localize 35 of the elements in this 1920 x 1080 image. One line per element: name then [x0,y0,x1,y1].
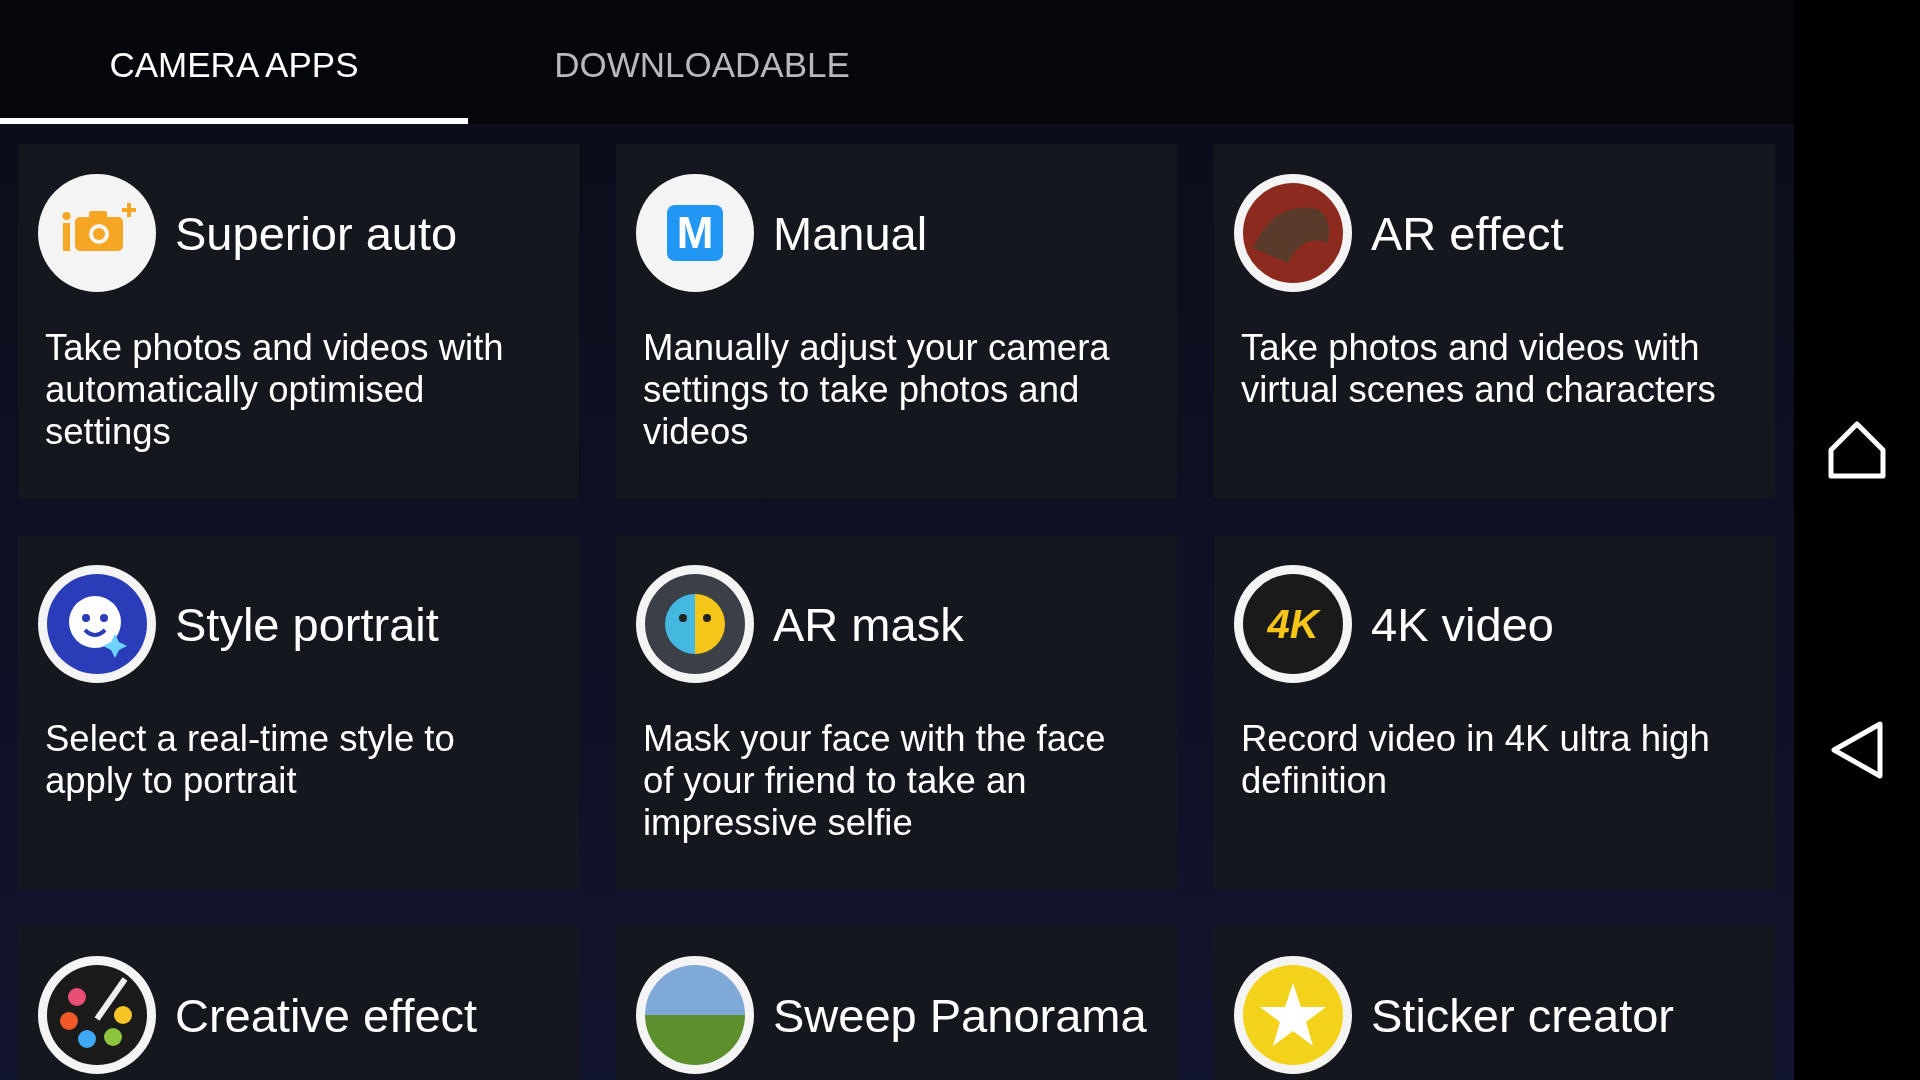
half-face-icon [635,564,755,684]
app-description: Record video in 4K ultra high definition [1241,718,1711,802]
landscape-icon [635,955,755,1075]
app-card[interactable]: Superior auto Take photos and videos with automatically optimised settings [18,144,579,498]
letter-icon: M [635,173,755,293]
camera-icon [37,173,157,293]
app-title: AR effect [1371,205,1564,261]
app-title: AR mask [773,596,964,652]
app-card[interactable]: Sweep Panorama [616,926,1177,1080]
app-card[interactable]: AR effect Take photos and videos with virtual scenes and characters [1214,144,1775,498]
home-icon[interactable] [1827,420,1887,480]
app-title: Manual [773,205,928,261]
app-card[interactable]: Sticker creator [1214,926,1775,1080]
tab[interactable]: CAMERA APPS [0,0,468,124]
app-title: Style portrait [175,596,439,652]
video-icon: 4K [1233,564,1353,684]
app-description: Select a real-time style to apply to portrait [45,718,456,802]
app-title: Superior auto [175,205,458,261]
smiley-face-icon [37,564,157,684]
app-card[interactable]: Creative effect [18,926,579,1080]
app-description: Mask your face with the face of your friend to take an impressive selfie [643,718,1107,844]
app-description: Take photos and videos with automatically optimised settings [45,327,505,453]
app-title: Sweep Panorama [773,987,1147,1043]
palette-icon [37,955,157,1075]
app-description: Manually adjust your camera settings to take photos and videos [643,327,1111,453]
app-card[interactable]: M Manual Manually adjust your camera settings to take photos and videos [616,144,1177,498]
app-card[interactable]: 4K 4K video Record video in 4K ultra high definition [1214,535,1775,889]
tab[interactable]: DOWNLOADABLE [468,0,936,124]
app-description: Take photos and videos with virtual scenes and characters [1241,327,1717,411]
app-title: Creative effect [175,987,478,1043]
back-icon[interactable] [1830,720,1884,780]
app-title: Sticker creator [1371,987,1674,1043]
app-card[interactable]: Style portrait Select a real-time style to apply to portrait [18,535,579,889]
app-card[interactable]: AR mask Mask your face with the face of your friend to take an impressive selfie [616,535,1177,889]
app-title: 4K video [1371,596,1554,652]
